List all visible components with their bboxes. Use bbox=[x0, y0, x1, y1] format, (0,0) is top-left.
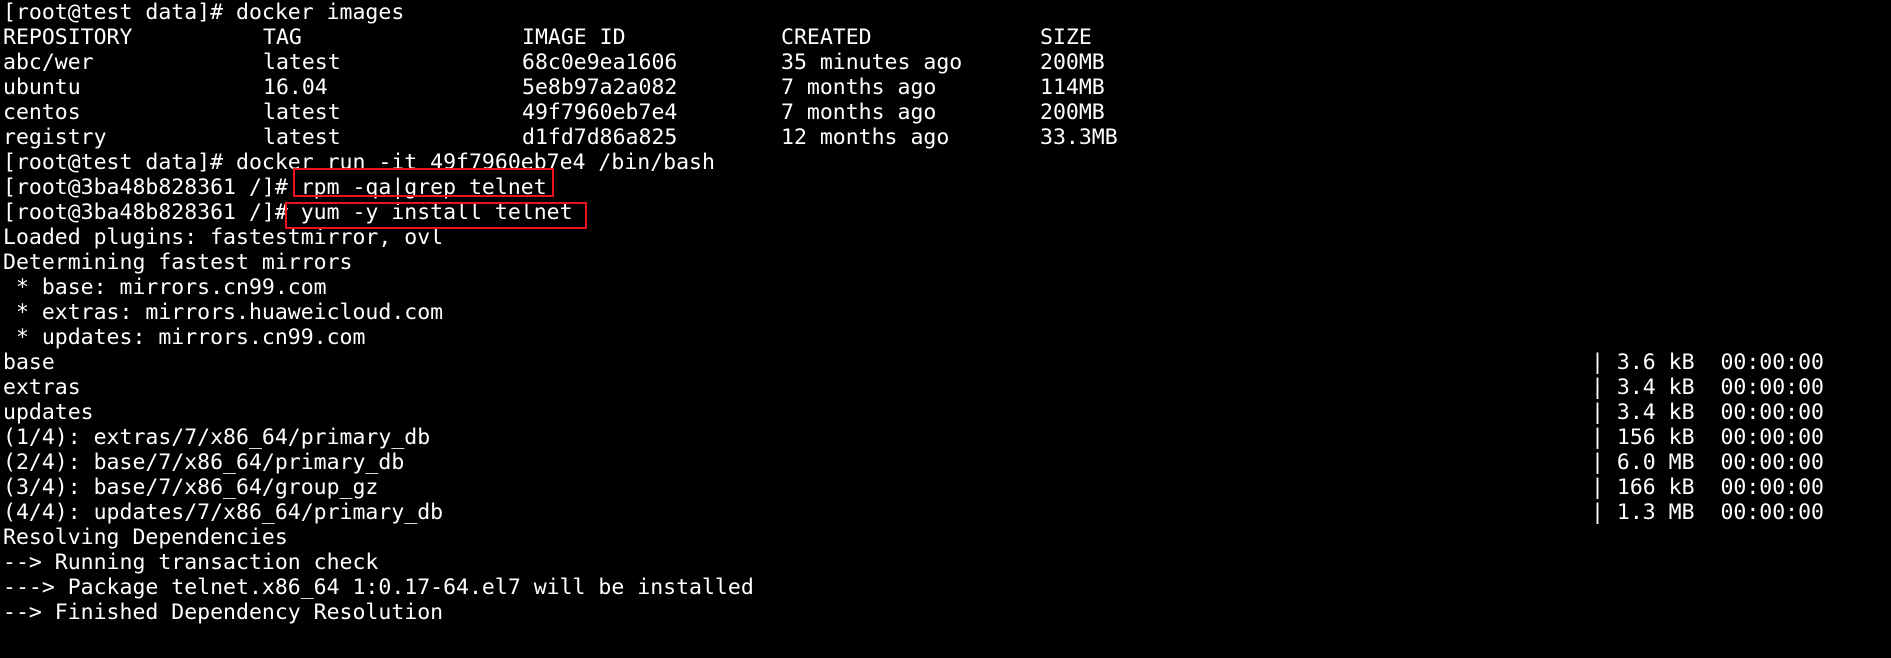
terminal-line: --> Running transaction check bbox=[3, 550, 378, 575]
table-cell: 35 minutes ago bbox=[781, 50, 963, 75]
table-cell: 12 months ago bbox=[781, 125, 950, 150]
download-stats: | 1.3 MB 00:00:00 bbox=[1591, 500, 1824, 525]
line-text: extras bbox=[3, 375, 81, 400]
terminal-line: Determining fastest mirrors bbox=[3, 250, 353, 275]
table-cell: 33.3MB bbox=[1040, 125, 1118, 150]
table-cell: abc/wer bbox=[3, 50, 94, 75]
line-text: --> Finished Dependency Resolution bbox=[3, 600, 444, 625]
line-text: Loaded plugins: fastestmirror, ovl bbox=[3, 225, 444, 250]
terminal-line: * base: mirrors.cn99.com bbox=[3, 275, 327, 300]
terminal-line: updates | 3.4 kB 00:00:00 bbox=[3, 400, 1824, 425]
download-stats: | 166 kB 00:00:00 bbox=[1591, 475, 1824, 500]
terminal-line: (1/4): extras/7/x86_64/primary_db | 156 k… bbox=[3, 425, 1824, 450]
line-text: * extras: mirrors.huaweicloud.com bbox=[3, 300, 444, 325]
column-header: SIZE bbox=[1040, 25, 1092, 50]
terminal-line: (4/4): updates/7/x86_64/primary_db | 1.3 … bbox=[3, 500, 1824, 525]
download-stats: | 6.0 MB 00:00:00 bbox=[1591, 450, 1824, 475]
terminal-line: [root@3ba48b828361 /]# yum -y install te… bbox=[3, 200, 573, 225]
terminal-line: extras | 3.4 kB 00:00:00 bbox=[3, 375, 1824, 400]
line-text: (1/4): extras/7/x86_64/primary_db bbox=[3, 425, 431, 450]
terminal-line: ---> Package telnet.x86_64 1:0.17-64.el7… bbox=[3, 575, 754, 600]
line-text: [root@3ba48b828361 /]# yum -y install te… bbox=[3, 200, 573, 225]
line-text: [root@test data]# docker images bbox=[3, 0, 405, 25]
table-cell: 7 months ago bbox=[781, 100, 937, 125]
table-cell: 7 months ago bbox=[781, 75, 937, 100]
terminal-line: * extras: mirrors.huaweicloud.com bbox=[3, 300, 443, 325]
column-header: CREATED bbox=[781, 25, 872, 50]
table-cell: registry bbox=[3, 125, 107, 150]
table-cell: 16.04 bbox=[263, 75, 328, 100]
table-cell: ubuntu bbox=[3, 75, 81, 100]
download-stats: | 3.4 kB 00:00:00 bbox=[1591, 400, 1824, 425]
column-header: TAG bbox=[263, 25, 302, 50]
terminal-line: * updates: mirrors.cn99.com bbox=[3, 325, 366, 350]
terminal-line: (2/4): base/7/x86_64/primary_db | 6.0 MB … bbox=[3, 450, 1824, 475]
line-text: Determining fastest mirrors bbox=[3, 250, 353, 275]
terminal-line: [root@test data]# docker images bbox=[3, 0, 404, 25]
line-text: base bbox=[3, 350, 55, 375]
download-stats: | 156 kB 00:00:00 bbox=[1591, 425, 1824, 450]
line-text: [root@3ba48b828361 /]# rpm -qa|grep teln… bbox=[3, 175, 547, 200]
table-cell: 114MB bbox=[1040, 75, 1105, 100]
download-stats: | 3.4 kB 00:00:00 bbox=[1591, 375, 1824, 400]
terminal-line: (3/4): base/7/x86_64/group_gz | 166 kB 00… bbox=[3, 475, 1824, 500]
table-cell: 68c0e9ea1606 bbox=[522, 50, 678, 75]
table-cell: d1fd7d86a825 bbox=[522, 125, 678, 150]
line-text: (3/4): base/7/x86_64/group_gz bbox=[3, 475, 379, 500]
line-text: ---> Package telnet.x86_64 1:0.17-64.el7… bbox=[3, 575, 754, 600]
download-stats: | 3.6 kB 00:00:00 bbox=[1591, 350, 1824, 375]
terminal-line: --> Finished Dependency Resolution bbox=[3, 600, 443, 625]
terminal-line: [root@test data]# docker run -it 49f7960… bbox=[3, 150, 715, 175]
line-text: [root@test data]# docker run -it 49f7960… bbox=[3, 150, 715, 175]
terminal-line: base | 3.6 kB 00:00:00 bbox=[3, 350, 1824, 375]
terminal-line: Resolving Dependencies bbox=[3, 525, 288, 550]
table-cell: 200MB bbox=[1040, 50, 1105, 75]
table-cell: 49f7960eb7e4 bbox=[522, 100, 678, 125]
column-header: IMAGE ID bbox=[522, 25, 626, 50]
terminal-window[interactable]: [root@test data]# docker images REPOSITOR… bbox=[0, 0, 1891, 658]
table-cell: 200MB bbox=[1040, 100, 1105, 125]
terminal-line: Loaded plugins: fastestmirror, ovl bbox=[3, 225, 443, 250]
line-text: * updates: mirrors.cn99.com bbox=[3, 325, 366, 350]
line-text: Resolving Dependencies bbox=[3, 525, 288, 550]
line-text: --> Running transaction check bbox=[3, 550, 379, 575]
line-text: * base: mirrors.cn99.com bbox=[3, 275, 327, 300]
line-text: (2/4): base/7/x86_64/primary_db bbox=[3, 450, 405, 475]
line-text: (4/4): updates/7/x86_64/primary_db bbox=[3, 500, 444, 525]
line-text: updates bbox=[3, 400, 94, 425]
column-header: REPOSITORY bbox=[3, 25, 133, 50]
table-cell: centos bbox=[3, 100, 81, 125]
table-cell: latest bbox=[263, 125, 341, 150]
table-cell: latest bbox=[263, 100, 341, 125]
table-cell: 5e8b97a2a082 bbox=[522, 75, 678, 100]
terminal-line: [root@3ba48b828361 /]# rpm -qa|grep teln… bbox=[3, 175, 547, 200]
table-cell: latest bbox=[263, 50, 341, 75]
